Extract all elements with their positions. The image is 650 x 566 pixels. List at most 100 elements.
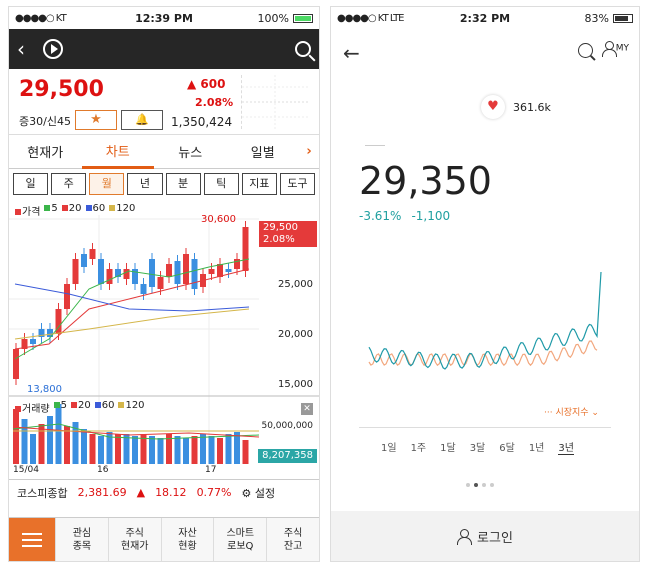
legend-ma120: 120	[109, 203, 135, 218]
period-selector: 일 주 월 년 분 틱 지표 도구	[9, 169, 319, 199]
status-bar: ●●●●○ KT LTE 2:32 PM 83%	[331, 7, 639, 29]
range-6m[interactable]: 6달	[499, 439, 515, 455]
tools-button[interactable]: 도구	[279, 173, 315, 195]
change-pct: -3.61%	[359, 209, 402, 223]
index-bar[interactable]: 코스피종합 2,381.69 ▲ 18.12 0.77% ⚙ 설정	[9, 479, 319, 505]
alert-button[interactable]: 🔔	[121, 110, 163, 130]
play-icon[interactable]	[43, 39, 63, 59]
range-selector: 1일 1주 1달 3달 6달 1년 3년	[381, 439, 574, 455]
top-nav: ‹	[9, 29, 319, 69]
back-icon[interactable]: ‹	[17, 37, 25, 61]
battery-icon	[293, 13, 313, 23]
bottom-nav: 관심 종목 주식 현재가 자산 현황 스마트 로보Q 주식 잔고	[9, 517, 319, 561]
price-change: -3.61% -1,100	[359, 209, 450, 223]
index-change: 18.12	[155, 486, 187, 499]
nav-balance[interactable]: 주식 잔고	[266, 518, 319, 561]
price-line-chart[interactable]	[331, 257, 640, 407]
battery-percent: 83%	[584, 11, 609, 25]
y-tick: 15,000	[278, 379, 313, 390]
tab-news[interactable]: 뉴스	[154, 136, 227, 167]
search-icon[interactable]	[578, 43, 593, 58]
nav-robo[interactable]: 스마트 로보Q	[213, 518, 266, 561]
period-minute[interactable]: 분	[165, 173, 201, 195]
battery-icon	[613, 13, 633, 23]
carrier: ●●●●○ KT LTE	[337, 12, 404, 24]
period-year[interactable]: 년	[127, 173, 163, 195]
current-price: 29,500	[19, 77, 104, 102]
battery-percent: 100%	[257, 11, 289, 25]
y-tick: 25,000	[278, 279, 313, 290]
legend-vma5: 5	[53, 400, 67, 415]
legend-ma60: 60	[85, 203, 105, 218]
settings-button[interactable]: ⚙ 설정	[242, 485, 276, 501]
page-indicator	[466, 483, 494, 487]
trade-volume: 1,350,424	[171, 115, 233, 129]
volume-scale: 50,000,000	[261, 421, 313, 431]
left-screen: ●●●●○ KT 12:39 PM 100% ‹ 29,500 ▲ 600 2.…	[8, 6, 320, 562]
y-tick: 20,000	[278, 329, 313, 340]
period-day[interactable]: 일	[13, 173, 49, 195]
range-1d[interactable]: 1일	[381, 439, 397, 455]
change-amount: -1,100	[411, 209, 451, 223]
legend-vma20: 20	[70, 400, 91, 415]
tab-bar: 현재가 차트 뉴스 일별 ›	[9, 135, 319, 169]
legend-ma5: 5	[44, 203, 58, 218]
status-bar: ●●●●○ KT 12:39 PM 100%	[9, 7, 319, 29]
top-nav: ← MY	[331, 29, 639, 77]
range-1y[interactable]: 1년	[529, 439, 545, 455]
legend-volume: 거래량	[15, 400, 50, 415]
login-button[interactable]: 로그인	[331, 511, 639, 561]
tab-chart[interactable]: 차트	[81, 135, 154, 169]
search-icon[interactable]	[295, 41, 311, 57]
login-label: 로그인	[477, 530, 513, 546]
tab-current-price[interactable]: 현재가	[9, 136, 82, 167]
legend-ma20: 20	[61, 203, 82, 218]
legend-vma120: 120	[118, 400, 145, 415]
legend-vma60: 60	[94, 400, 114, 415]
price-change-pct: 2.08%	[195, 96, 234, 109]
carrier: ●●●●○ KT	[15, 12, 67, 24]
like-counter[interactable]: ♥ 361.6k	[481, 95, 551, 119]
up-arrow-icon: ▲	[136, 486, 146, 499]
close-icon[interactable]: ✕	[301, 403, 313, 415]
legend-price: 가격	[15, 203, 40, 218]
favorite-button[interactable]: ★	[75, 110, 117, 130]
right-screen: ●●●●○ KT LTE 2:32 PM 83% ← MY ♥ 361.6k 2…	[330, 6, 640, 562]
divider	[365, 145, 385, 146]
market-index-toggle[interactable]: ··· 시장지수 ⌄	[544, 405, 599, 418]
quote-panel: 29,500 ▲ 600 2.08% 증30/신45 ★ 🔔 1,350,424	[9, 69, 319, 135]
period-month[interactable]: 월	[89, 173, 125, 195]
heart-icon[interactable]: ♥	[481, 95, 505, 119]
range-1w[interactable]: 1주	[411, 439, 427, 455]
current-price: 29,350	[359, 159, 492, 203]
like-count: 361.6k	[513, 100, 551, 114]
volume-tag: 8,207,358	[258, 449, 317, 463]
nav-assets[interactable]: 자산 현황	[160, 518, 214, 561]
person-icon	[457, 529, 473, 545]
volume-legend: 거래량 5 20 60 120	[15, 400, 145, 415]
price-legend: 가격 5 20 60 120	[15, 203, 135, 218]
index-value: 2,381.69	[77, 486, 127, 499]
last-price-tag: 29,500 2.08%	[259, 221, 317, 247]
indicator-button[interactable]: 지표	[241, 173, 277, 195]
hamburger-menu-icon[interactable]	[9, 518, 55, 561]
period-week[interactable]: 주	[51, 173, 87, 195]
period-tick[interactable]: 틱	[203, 173, 239, 195]
tab-daily[interactable]: 일별	[227, 136, 300, 167]
margin-rate: 증30/신45	[19, 115, 71, 128]
stock-chart[interactable]: 가격 5 20 60 120 30,600 29,500 2.08% 25,000…	[9, 199, 319, 479]
chevron-right-icon[interactable]: ›	[299, 138, 319, 165]
x-tick: 17	[205, 465, 217, 475]
x-tick: 16	[97, 465, 109, 475]
range-1m[interactable]: 1달	[440, 439, 456, 455]
range-3m[interactable]: 3달	[470, 439, 486, 455]
nav-stock-price[interactable]: 주식 현재가	[107, 518, 161, 561]
range-3y[interactable]: 3년	[558, 439, 574, 455]
low-label: 13,800	[27, 384, 62, 395]
divider	[359, 427, 611, 428]
back-arrow-icon[interactable]: ←	[343, 41, 360, 65]
high-label: 30,600	[201, 214, 236, 225]
index-name: 코스피종합	[17, 486, 68, 500]
my-account-icon[interactable]: MY	[601, 41, 629, 57]
nav-watchlist[interactable]: 관심 종목	[55, 518, 108, 561]
